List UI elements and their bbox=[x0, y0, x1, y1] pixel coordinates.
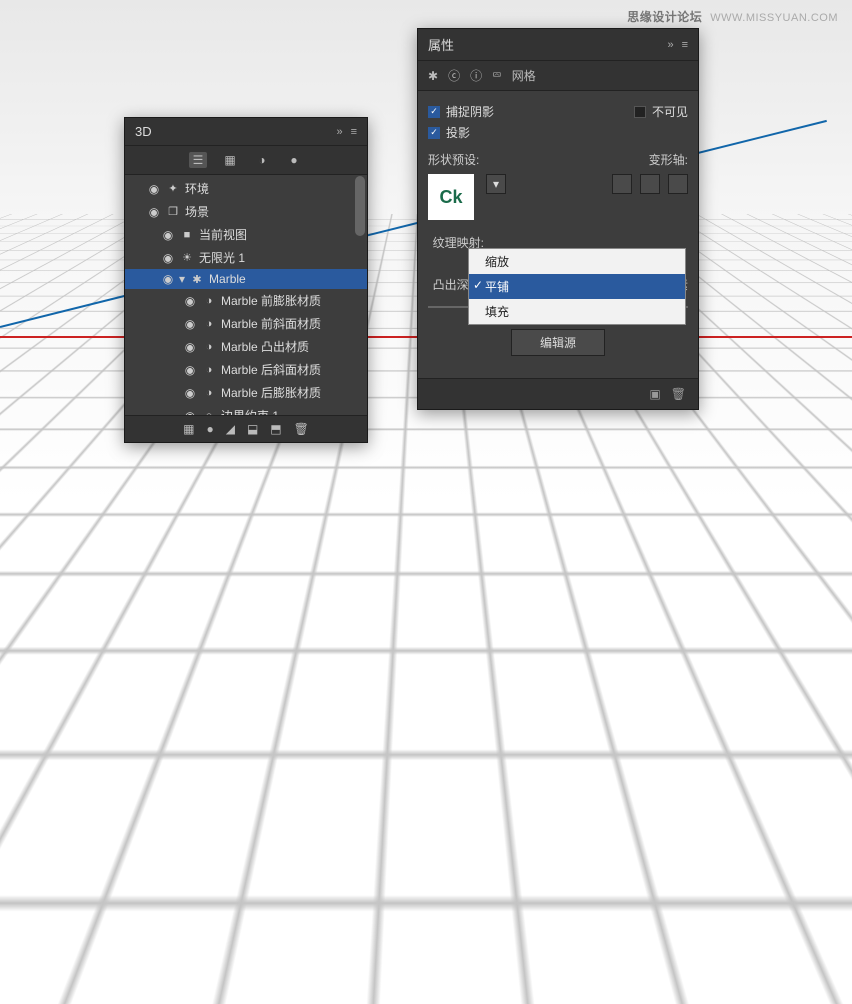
catch-shadow-label: 捕捉阴影 bbox=[446, 103, 494, 120]
layer-type-icon: ❐ bbox=[165, 205, 181, 218]
dropdown-option[interactable]: 缩放 bbox=[469, 249, 685, 274]
layer-row[interactable]: ◉ ○ 边界约束 1 bbox=[125, 404, 367, 415]
filter-light-icon[interactable]: ● bbox=[285, 152, 303, 168]
invisible-label: 不可见 bbox=[652, 103, 688, 120]
layer-type-icon: ◑ bbox=[201, 387, 217, 399]
axis-x-button[interactable] bbox=[612, 174, 632, 194]
mesh-tab-icon[interactable]: ✱ bbox=[428, 69, 438, 83]
scrollbar-thumb[interactable] bbox=[355, 176, 365, 236]
layer-row[interactable]: ◉▾✱Marble bbox=[125, 269, 367, 289]
cast-shadow-checkbox[interactable]: ✓ bbox=[428, 127, 440, 139]
layer-label: 场景 bbox=[185, 203, 359, 220]
panel-properties-title: 属性 bbox=[428, 35, 667, 54]
visibility-icon[interactable]: ◉ bbox=[183, 363, 197, 377]
visibility-icon[interactable]: ◉ bbox=[183, 386, 197, 400]
layer-label: Marble 前膨胀材质 bbox=[221, 292, 359, 309]
layer-row[interactable]: ◉ ✦ 环境 bbox=[125, 177, 367, 200]
collapse-icon[interactable]: » bbox=[336, 126, 342, 138]
catch-shadow-checkbox[interactable]: ✓ bbox=[428, 106, 440, 118]
layer-label: Marble 凸出材质 bbox=[221, 338, 359, 355]
texture-map-dropdown[interactable]: 缩放平铺填充 bbox=[468, 248, 686, 325]
layer-row[interactable]: ◉ ☀ 无限光 1 bbox=[125, 246, 367, 269]
visibility-icon[interactable]: ◉ bbox=[183, 409, 197, 416]
footer-icon[interactable]: ▦ bbox=[183, 422, 194, 436]
layer-type-icon: ○ bbox=[201, 410, 217, 416]
shape-preset-preview[interactable]: Ck bbox=[428, 174, 474, 220]
filter-material-icon[interactable]: ◑ bbox=[253, 152, 271, 168]
collapse-icon[interactable]: » bbox=[667, 39, 673, 51]
dropdown-option[interactable]: 平铺 bbox=[469, 274, 685, 299]
visibility-icon[interactable]: ◉ bbox=[183, 340, 197, 354]
visibility-icon[interactable]: ◉ bbox=[161, 251, 175, 265]
properties-subtabs: ✱ ⓒ ⓘ ⮹ 网格 bbox=[418, 61, 698, 91]
panel-3d-filter-tabs: ☰ ▦ ◑ ● bbox=[125, 146, 367, 175]
visibility-icon[interactable]: ◉ bbox=[147, 182, 161, 196]
panel-3d-footer: ▦ ● ◢ ⬓ ⬒ 🗑 bbox=[125, 415, 367, 442]
layer-row[interactable]: ◉ ◑ Marble 后膨胀材质 bbox=[125, 381, 367, 404]
layer-label: 边界约束 1 bbox=[221, 407, 359, 415]
axis-y-button[interactable] bbox=[640, 174, 660, 194]
footer-icon[interactable]: ⬓ bbox=[247, 422, 258, 436]
layer-row[interactable]: ◉ ❐ 场景 bbox=[125, 200, 367, 223]
layer-label: 环境 bbox=[185, 180, 359, 197]
layer-row[interactable]: ◉ ◑ Marble 前膨胀材质 bbox=[125, 289, 367, 312]
layer-label: Marble 后斜面材质 bbox=[221, 361, 359, 378]
invisible-checkbox[interactable] bbox=[634, 106, 646, 118]
layer-type-icon: ◑ bbox=[201, 364, 217, 376]
footer-icon[interactable]: ● bbox=[206, 422, 213, 436]
trash-icon[interactable]: 🗑 bbox=[671, 387, 686, 401]
layer-label: Marble 前斜面材质 bbox=[221, 315, 359, 332]
layer-type-icon: ◑ bbox=[201, 295, 217, 307]
layer-type-icon: ◑ bbox=[201, 318, 217, 330]
dropdown-option[interactable]: 填充 bbox=[469, 299, 685, 324]
visibility-icon[interactable]: ◉ bbox=[183, 317, 197, 331]
panel-properties: 属性 » ≡ ✱ ⓒ ⓘ ⮹ 网格 ✓ 捕捉阴影 不可见 ✓ 投影 形状预设: … bbox=[417, 28, 699, 410]
panel-3d: 3D » ≡ ☰ ▦ ◑ ● ◉✦环境◉❐场景◉■当前视图◉☀无限光 1◉▾✱M… bbox=[124, 117, 368, 443]
layer-label: Marble 后膨胀材质 bbox=[221, 384, 359, 401]
deform-axis-label: 变形轴: bbox=[649, 151, 688, 168]
footer-icon[interactable]: ⬒ bbox=[270, 422, 281, 436]
filter-mesh-icon[interactable]: ▦ bbox=[221, 152, 239, 168]
edit-source-button[interactable]: 编辑源 bbox=[511, 329, 605, 356]
layer-row[interactable]: ◉ ◑ Marble 后斜面材质 bbox=[125, 358, 367, 381]
layer-label: 当前视图 bbox=[199, 226, 359, 243]
layer-label: 无限光 1 bbox=[199, 249, 359, 266]
render-icon[interactable]: ▣ bbox=[649, 387, 660, 401]
menu-icon[interactable]: ≡ bbox=[351, 126, 357, 138]
visibility-icon[interactable]: ◉ bbox=[147, 205, 161, 219]
layer-row[interactable]: ◉ ◑ Marble 前斜面材质 bbox=[125, 312, 367, 335]
layer-type-icon: ■ bbox=[179, 229, 195, 241]
visibility-icon[interactable]: ◉ bbox=[161, 272, 175, 286]
deform-tab-icon[interactable]: ⓒ bbox=[448, 67, 460, 84]
visibility-icon[interactable]: ◉ bbox=[161, 228, 175, 242]
subtab-label: 网格 bbox=[512, 67, 536, 84]
trash-icon[interactable]: 🗑 bbox=[294, 422, 309, 436]
cap-tab-icon[interactable]: ⓘ bbox=[470, 67, 482, 84]
panel-3d-title: 3D bbox=[135, 124, 336, 139]
layer-row[interactable]: ◉ ◑ Marble 凸出材质 bbox=[125, 335, 367, 358]
layer-type-icon: ◑ bbox=[201, 341, 217, 353]
menu-icon[interactable]: ≡ bbox=[682, 39, 688, 51]
shape-preset-label: 形状预设: bbox=[428, 151, 479, 168]
filter-scene-icon[interactable]: ☰ bbox=[189, 152, 207, 168]
layer-label: Marble bbox=[209, 272, 359, 286]
watermark: 思缘设计论坛WWW.MISSYUAN.COM bbox=[627, 8, 838, 25]
layer-type-icon: ✦ bbox=[165, 182, 181, 195]
axis-z-button[interactable] bbox=[668, 174, 688, 194]
layer-list[interactable]: ◉✦环境◉❐场景◉■当前视图◉☀无限光 1◉▾✱Marble◉◑Marble 前… bbox=[125, 175, 367, 415]
layer-type-icon: ✱ bbox=[189, 273, 205, 286]
footer-icon[interactable]: ◢ bbox=[226, 422, 235, 436]
layer-row[interactable]: ◉ ■ 当前视图 bbox=[125, 223, 367, 246]
coord-tab-icon[interactable]: ⮹ bbox=[492, 68, 502, 83]
layer-type-icon: ☀ bbox=[179, 251, 195, 264]
cast-shadow-label: 投影 bbox=[446, 124, 470, 141]
shape-preset-dropdown[interactable]: ▾ bbox=[486, 174, 506, 194]
visibility-icon[interactable]: ◉ bbox=[183, 294, 197, 308]
